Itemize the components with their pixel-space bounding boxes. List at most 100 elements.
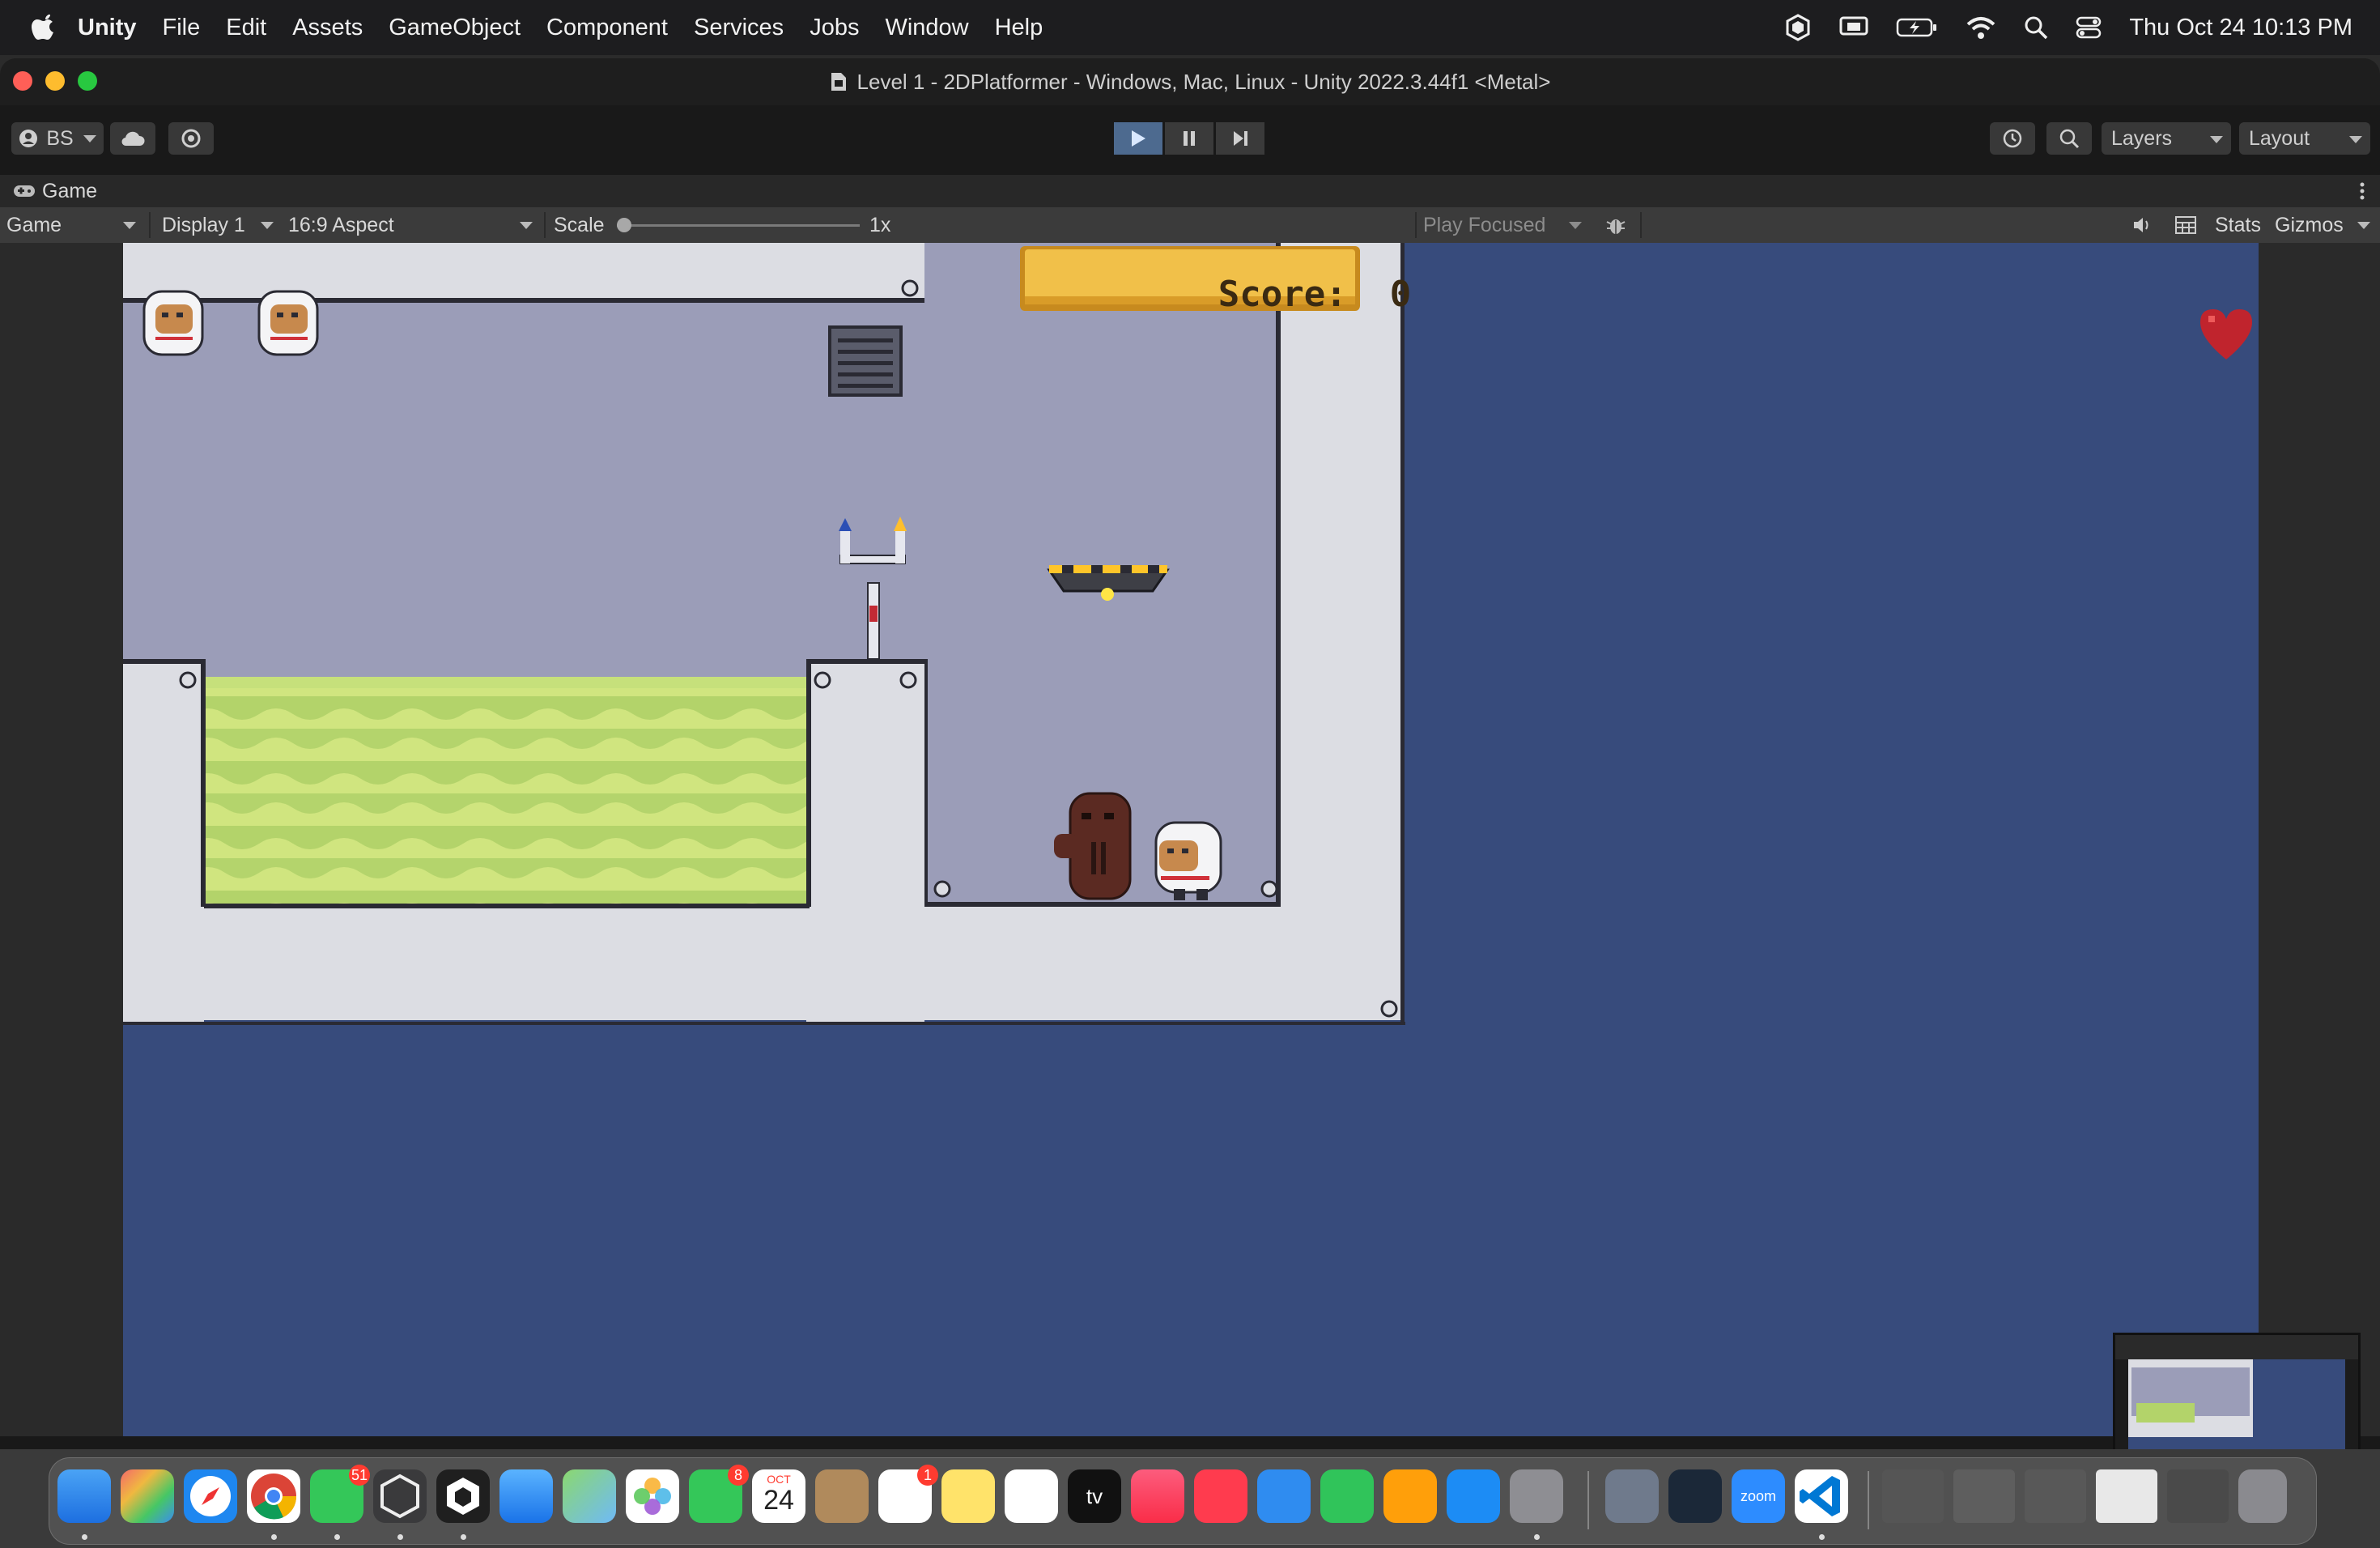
menu-file[interactable]: File: [163, 15, 201, 41]
astronaut-life-icon: [142, 290, 204, 356]
grid-toggle-icon[interactable]: [2174, 207, 2197, 243]
menu-gameobject[interactable]: GameObject: [389, 15, 521, 41]
minimized-window-3[interactable]: [2025, 1469, 2086, 1523]
minimized-window-5[interactable]: [2167, 1469, 2229, 1523]
wifi-icon[interactable]: [1966, 15, 1996, 40]
menu-edit[interactable]: Edit: [226, 15, 266, 41]
score-text: Score: 0: [1218, 274, 1412, 315]
menu-window[interactable]: Window: [885, 15, 968, 41]
game-viewport[interactable]: Score: 0: [123, 243, 2259, 1436]
unity-editor-icon[interactable]: [436, 1469, 490, 1523]
facetime-icon[interactable]: 8: [689, 1465, 749, 1523]
music-icon[interactable]: [1131, 1469, 1184, 1523]
tab-options-icon[interactable]: [2359, 181, 2365, 201]
news-icon[interactable]: [1194, 1469, 1247, 1523]
app-store-icon[interactable]: [1447, 1469, 1500, 1523]
game-tab-header: Game: [0, 175, 2380, 207]
mail-icon[interactable]: [499, 1469, 553, 1523]
trash-icon[interactable]: [2238, 1469, 2287, 1523]
step-icon: [1234, 131, 1247, 146]
menu-services[interactable]: Services: [694, 15, 784, 41]
system-settings-icon[interactable]: [1510, 1469, 1563, 1523]
unity-status-icon[interactable]: [1784, 14, 1812, 41]
play-focused-dropdown[interactable]: Play Focused: [1423, 207, 1590, 243]
maps-icon[interactable]: [563, 1469, 616, 1523]
menu-bar: Unity File Edit Assets GameObject Compon…: [0, 0, 2380, 55]
photos-icon[interactable]: [626, 1469, 679, 1523]
menu-help[interactable]: Help: [995, 15, 1043, 41]
mute-audio-icon[interactable]: [2132, 207, 2153, 243]
calendar-day: 24: [763, 1485, 794, 1516]
spotlight-search-icon[interactable]: [2024, 15, 2048, 40]
launchpad-icon[interactable]: [121, 1469, 174, 1523]
life-heart-icon: [2200, 309, 2252, 359]
stats-button[interactable]: Stats: [2215, 207, 2261, 243]
menubar-clock[interactable]: Thu Oct 24 10:13 PM: [2129, 15, 2352, 41]
preview-app-icon[interactable]: [1605, 1469, 1659, 1523]
pages-icon[interactable]: [1383, 1469, 1437, 1523]
cloud-button[interactable]: [110, 122, 155, 155]
scale-slider[interactable]: [617, 207, 860, 243]
app-menu-unity[interactable]: Unity: [78, 15, 137, 41]
gizmos-label: Gizmos: [2275, 213, 2344, 236]
numbers-icon[interactable]: [1320, 1469, 1374, 1523]
play-button[interactable]: [1114, 122, 1162, 155]
tab-game[interactable]: Game: [13, 180, 97, 203]
chevron-down-icon: [2349, 136, 2362, 143]
screen-mirroring-icon[interactable]: [1839, 15, 1868, 40]
window-thumbnail-preview[interactable]: [2113, 1333, 2361, 1449]
menu-assets[interactable]: Assets: [292, 15, 363, 41]
apple-menu-icon[interactable]: [31, 13, 60, 42]
zoom-icon[interactable]: zoom: [1732, 1469, 1785, 1523]
chrome-icon[interactable]: [247, 1469, 300, 1523]
menu-component[interactable]: Component: [546, 15, 668, 41]
contacts-icon[interactable]: [815, 1469, 869, 1523]
menu-jobs[interactable]: Jobs: [810, 15, 859, 41]
play-icon: [1132, 130, 1145, 147]
debug-bug-icon[interactable]: [1604, 207, 1627, 243]
zoom-window-button[interactable]: [78, 71, 97, 91]
game-mode-dropdown[interactable]: Game: [6, 207, 144, 243]
safari-icon[interactable]: [184, 1469, 237, 1523]
minimized-window-4[interactable]: [2096, 1469, 2157, 1523]
layers-dropdown[interactable]: Layers: [2102, 122, 2231, 155]
chevron-down-icon: [261, 222, 274, 229]
display-dropdown[interactable]: Display 1: [162, 207, 282, 243]
messages-icon[interactable]: 51: [310, 1465, 370, 1523]
apple-tv-icon[interactable]: tv: [1068, 1469, 1121, 1523]
steam-icon[interactable]: [1668, 1469, 1722, 1523]
account-dropdown[interactable]: BS: [11, 122, 104, 155]
search-button[interactable]: [2046, 122, 2092, 155]
finder-icon[interactable]: [57, 1469, 111, 1523]
pause-button[interactable]: [1165, 122, 1213, 155]
cloud-icon: [120, 130, 146, 147]
scene-file-icon: [830, 71, 848, 92]
calendar-icon[interactable]: OCT 24: [752, 1469, 805, 1523]
collab-button[interactable]: [168, 122, 214, 155]
settings-cog-icon: [181, 128, 202, 149]
undo-history-button[interactable]: [1990, 122, 2035, 155]
freeform-icon[interactable]: [1005, 1469, 1058, 1523]
reminders-badge: 1: [917, 1465, 938, 1486]
scale-slider-thumb[interactable]: [617, 218, 631, 232]
unity-hub-icon[interactable]: [373, 1469, 427, 1523]
gizmos-dropdown[interactable]: Gizmos: [2275, 207, 2375, 243]
step-button[interactable]: [1216, 122, 1264, 155]
close-window-button[interactable]: [13, 71, 32, 91]
minimized-window-1[interactable]: [1882, 1469, 1944, 1523]
keynote-icon[interactable]: [1257, 1469, 1311, 1523]
battery-icon[interactable]: [1896, 17, 1938, 38]
display-label: Display 1: [162, 213, 245, 236]
vscode-icon[interactable]: [1795, 1469, 1848, 1523]
chevron-down-icon: [2357, 222, 2370, 229]
minimize-window-button[interactable]: [45, 71, 65, 91]
aspect-dropdown[interactable]: 16:9 Aspect: [288, 207, 541, 243]
layout-label: Layout: [2249, 126, 2310, 150]
minimized-window-2[interactable]: [1953, 1469, 2015, 1523]
notes-icon[interactable]: [941, 1469, 995, 1523]
scale-value: 1x: [869, 213, 891, 236]
reminders-icon[interactable]: 1: [878, 1465, 938, 1523]
game-view-toolbar: Game Display 1 16:9 Aspect Scale 1x Play…: [0, 207, 2380, 243]
layout-dropdown[interactable]: Layout: [2239, 122, 2370, 155]
control-center-icon[interactable]: [2076, 15, 2102, 40]
